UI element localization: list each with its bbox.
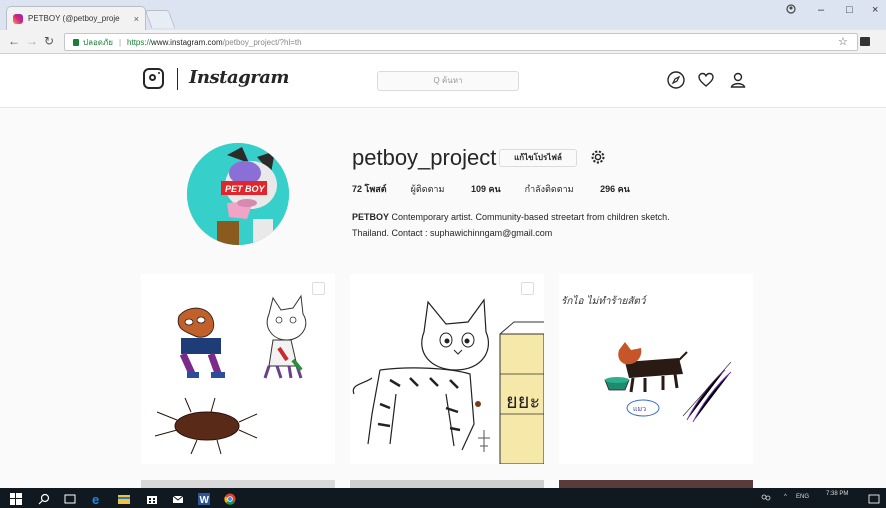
bookmark-star-icon[interactable]: ☆: [838, 35, 848, 48]
box-sign-text: ยยะ: [506, 389, 540, 413]
instagram-favicon-icon: [13, 13, 23, 24]
settings-gear-icon[interactable]: [590, 149, 606, 165]
heart-activity-icon[interactable]: [696, 70, 716, 90]
instagram-camera-icon[interactable]: [143, 68, 164, 89]
task-view-icon[interactable]: [64, 492, 76, 504]
minimize-button[interactable]: –: [818, 4, 824, 16]
close-window-button[interactable]: ×: [872, 4, 878, 16]
multi-photo-icon: multi-photo-icon: [312, 282, 325, 295]
tab-close-icon[interactable]: ×: [134, 14, 139, 24]
back-arrow-icon[interactable]: ←: [8, 34, 20, 48]
clock-time[interactable]: 7:38 PM: [826, 491, 848, 497]
tab-title: PETBOY (@petboy_proje: [28, 14, 120, 23]
following-link[interactable]: กำลังติดตาม 296 คน: [525, 182, 630, 196]
maximize-button[interactable]: □: [846, 4, 853, 16]
avatar-badge-text: PET BOY: [225, 184, 266, 194]
url-path: /petboy_project/?hl=th: [222, 37, 302, 47]
tray-chevron-icon[interactable]: ^: [784, 494, 787, 500]
post-tile[interactable]: [141, 480, 335, 488]
browser-tab-bar: PETBOY (@petboy_proje × – □ ×: [0, 0, 886, 30]
extension-icon[interactable]: [860, 37, 870, 46]
url-omnibox[interactable]: ปลอดภัย | https:// www.instagram.com /pe…: [64, 33, 858, 51]
post-tile[interactable]: [559, 480, 753, 488]
language-indicator[interactable]: ENG: [796, 494, 809, 500]
profile-bio: PETBOY Contemporary artist. Community-ba…: [352, 209, 752, 241]
instagram-header: Instagram Q ค้นหา: [0, 54, 886, 108]
multi-photo-icon: multi-photo-icon: [521, 282, 534, 295]
profile-username: petboy_project: [352, 145, 497, 170]
url-host: www.instagram.com: [151, 37, 223, 47]
post-tile[interactable]: multi-photo-icon: [141, 274, 335, 464]
browser-tab[interactable]: PETBOY (@petboy_proje ×: [6, 6, 146, 30]
url-scheme: https://: [127, 37, 152, 47]
post-tile[interactable]: รักไอ ไม่ทำร้ายสัตว์ แมว: [559, 274, 753, 464]
file-explorer-icon[interactable]: [118, 492, 130, 504]
post-tile[interactable]: ยยะ multi-photo-icon: [350, 274, 544, 464]
chrome-icon[interactable]: [224, 492, 236, 505]
svg-text:W: W: [200, 495, 210, 505]
windows-taskbar: e W ^ ENG 7:38 PM: [0, 488, 886, 508]
search-icon[interactable]: [38, 492, 50, 505]
windows-start-icon[interactable]: [10, 492, 22, 505]
profile-icon[interactable]: [786, 4, 796, 17]
posts-count: 72 โพสต์: [352, 184, 387, 194]
secure-label: ปลอดภัย: [83, 37, 113, 47]
post-tile[interactable]: [350, 480, 544, 488]
forward-arrow-icon[interactable]: →: [26, 34, 38, 48]
profile-avatar[interactable]: PET BOY: [187, 143, 289, 245]
word-icon[interactable]: W: [198, 492, 210, 506]
header-divider: [177, 68, 178, 90]
svg-text:e: e: [92, 493, 99, 505]
edge-browser-icon[interactable]: e: [92, 492, 104, 507]
profile-stats: 72 โพสต์ ผู้ติดตาม 109 คน กำลังติดตาม 29…: [352, 182, 654, 196]
explore-compass-icon[interactable]: [666, 70, 686, 90]
bowl-label-text: แมว: [633, 405, 646, 413]
reload-icon[interactable]: ↻: [44, 34, 54, 48]
bio-contact: Thailand. Contact : suphawichinngam@gmai…: [352, 228, 553, 238]
instagram-wordmark[interactable]: Instagram: [189, 67, 289, 88]
mail-icon[interactable]: [172, 492, 184, 504]
lock-icon: [73, 38, 79, 46]
action-center-icon[interactable]: [868, 492, 880, 504]
store-icon[interactable]: [146, 492, 158, 504]
followers-link[interactable]: ผู้ติดตาม 109 คน: [411, 182, 501, 196]
address-bar: ← → ↻ ปลอดภัย | https:// www.instagram.c…: [0, 30, 886, 54]
bio-text: Contemporary artist. Community-based str…: [389, 212, 670, 222]
edit-profile-button[interactable]: แก้ไขโปรไฟล์: [499, 149, 577, 167]
new-tab-button[interactable]: [144, 10, 176, 28]
search-input[interactable]: Q ค้นหา: [377, 71, 519, 91]
bio-name: PETBOY: [352, 212, 390, 222]
profile-user-icon[interactable]: [728, 70, 748, 90]
people-icon[interactable]: [760, 492, 772, 504]
handwriting-text: รักไอ ไม่ทำร้ายสัตว์: [561, 295, 648, 307]
